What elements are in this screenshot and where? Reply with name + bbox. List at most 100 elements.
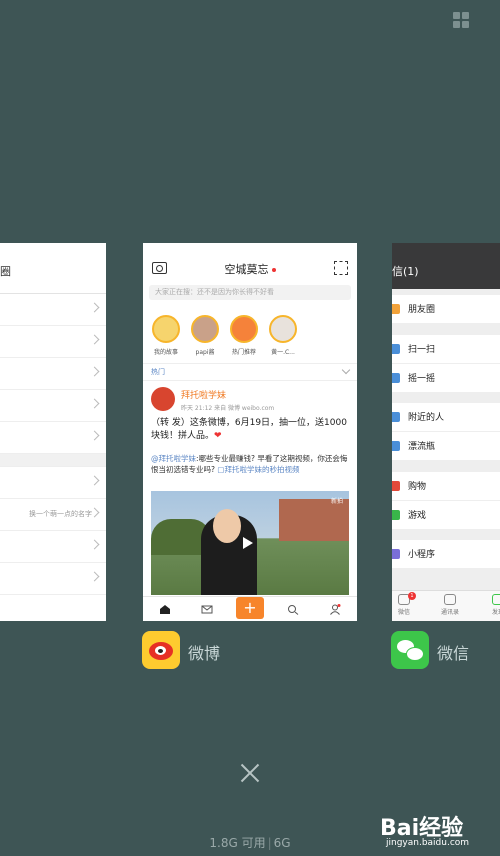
stories-row: 我的故事 papi酱 热门推荐 黄一.C... [143,315,357,361]
scan-icon [334,261,348,275]
list-item: 游戏 [392,501,500,529]
mini-program-icon [392,549,400,559]
weibo-logo-icon [149,642,173,660]
tab-label: 消息 [193,620,221,621]
avatar [152,315,180,343]
weibo-title: 空城莫忘 [143,261,357,277]
search-icon [288,605,299,615]
story-label: 我的故事 [153,349,178,356]
story-label: papi酱 [195,349,215,356]
bottle-icon [392,441,400,451]
discover-icon [492,594,500,605]
weibo-app-icon[interactable] [142,631,180,669]
post-meta: 昨天 21:12 来自 微博 weibo.com [181,405,275,412]
add-post-button: + [236,597,264,619]
chevron-right-icon [89,475,100,486]
recent-app-card-wechat[interactable]: 信(1) 朋友圈 扫一扫 摇一摇 附近的人 漂流瓶 购物 游戏 小程序 1 微信 [392,243,500,621]
mail-icon [201,605,213,614]
list-item: 附近的人 [392,403,500,431]
post-author: 拜托啦学妹 [181,391,227,401]
list-item [0,531,106,563]
story-item: 热门推荐 [226,315,262,356]
avatar [151,387,175,411]
moments-icon [392,304,400,314]
wechat-header: 信(1) [392,243,500,289]
video-face [213,509,241,543]
story-label: 热门推荐 [231,349,256,356]
weibo-tab-bar: 微博 消息 + 发现 我 [143,596,357,621]
list-item-label: 游戏 [408,511,427,521]
hot-label: 热门 [151,368,165,376]
list-item-label: 附近的人 [408,413,445,423]
chevron-right-icon [89,539,100,550]
weibo-title-text: 空城莫忘 [224,263,269,276]
watermark-url: jingyan.baidu.com [386,838,470,848]
memory-available: 1.8G 可用 [209,836,266,850]
story-label: 黄一.C... [271,349,295,356]
video-label: 新拍 [330,498,343,505]
wechat-app-icon[interactable] [391,631,429,669]
memory-total: 6G [273,836,291,850]
left-card-header: 圈 [0,243,106,294]
memory-separator: | [267,836,272,850]
contacts-icon [444,594,456,605]
quote-link: 拜托啦学妹的秒拍视频 [224,465,300,474]
list-item: 摇一摇 [392,364,500,392]
avatar [191,315,219,343]
tab-discover: 发现 [486,594,500,616]
notification-dot [271,268,276,272]
wechat-header-title: 信(1) [392,265,419,278]
tab-wechat: 1 微信 [392,592,416,616]
list-item [0,563,106,595]
tab-label: 发现 [491,609,500,616]
tab-label: 我 [321,620,349,621]
tab-label: 通讯录 [440,609,459,616]
video-thumbnail: 新拍 [151,491,349,595]
tab-discover: 发现 [279,600,307,621]
weibo-app-label[interactable]: 微博 [188,640,220,664]
list-item: 漂流瓶 [392,432,500,460]
list-item [0,294,106,326]
chevron-right-icon [89,430,100,441]
chevron-right-icon [89,302,100,313]
quote-mention: @拜托啦学妹 [151,454,196,463]
wechat-tab-bar: 1 微信 通讯录 发现 [392,590,500,621]
shake-icon [392,373,400,383]
recent-app-card-weibo[interactable]: 空城莫忘 大家正在搜：还不是因为你长得不好看 我的故事 papi酱 热门推荐 黄… [143,243,357,621]
list-item: 购物 [392,472,500,500]
story-item: 黄一.C... [265,315,301,356]
heart-icon: ❤ [214,431,222,441]
shopping-icon [392,481,400,491]
avatar [230,315,258,343]
grid-view-icon[interactable] [453,12,470,29]
chevron-right-icon [89,334,100,345]
tab-contacts: 通讯录 [438,594,462,616]
wechat-app-label[interactable]: 微信 [437,640,469,664]
chevron-right-icon [89,571,100,582]
nearby-icon [392,412,400,422]
tab-me: 我 [321,600,349,621]
list-item-label: 小程序 [408,550,436,560]
unread-badge: 1 [408,592,416,600]
list-item [0,358,106,390]
list-item: 小程序 [392,540,500,568]
weibo-search-bar: 大家正在搜：还不是因为你长得不好看 [149,285,351,300]
tab-messages: 消息 [193,600,221,621]
close-all-button[interactable] [239,762,261,784]
hot-section-bar: 热门 [143,363,357,381]
tab-weibo: 微博 [151,600,179,621]
list-item [0,326,106,358]
list-item-label: 摇一摇 [408,374,436,384]
chevron-right-icon [89,366,100,377]
list-item [0,467,106,499]
recent-app-card-left[interactable]: 圈 换一个萌一点的名字 [0,243,106,621]
story-item: 我的故事 [148,315,184,356]
post-quote: @拜托啦学妹:哪些专业最赚钱? 早看了这期视频，你还会悔恨当初选错专业吗? ▢拜… [151,453,349,475]
tab-label: 微信 [397,609,410,616]
row-hint-text: 换一个萌一点的名字 [29,510,92,518]
tab-label: 发现 [279,620,307,621]
home-icon [160,605,170,614]
chevron-right-icon [89,398,100,409]
left-card-header-text: 圈 [0,265,11,278]
post-text: （转 发）这条微博，6月19日，抽一位，送1000块钱！拼人品。❤ [151,417,349,443]
